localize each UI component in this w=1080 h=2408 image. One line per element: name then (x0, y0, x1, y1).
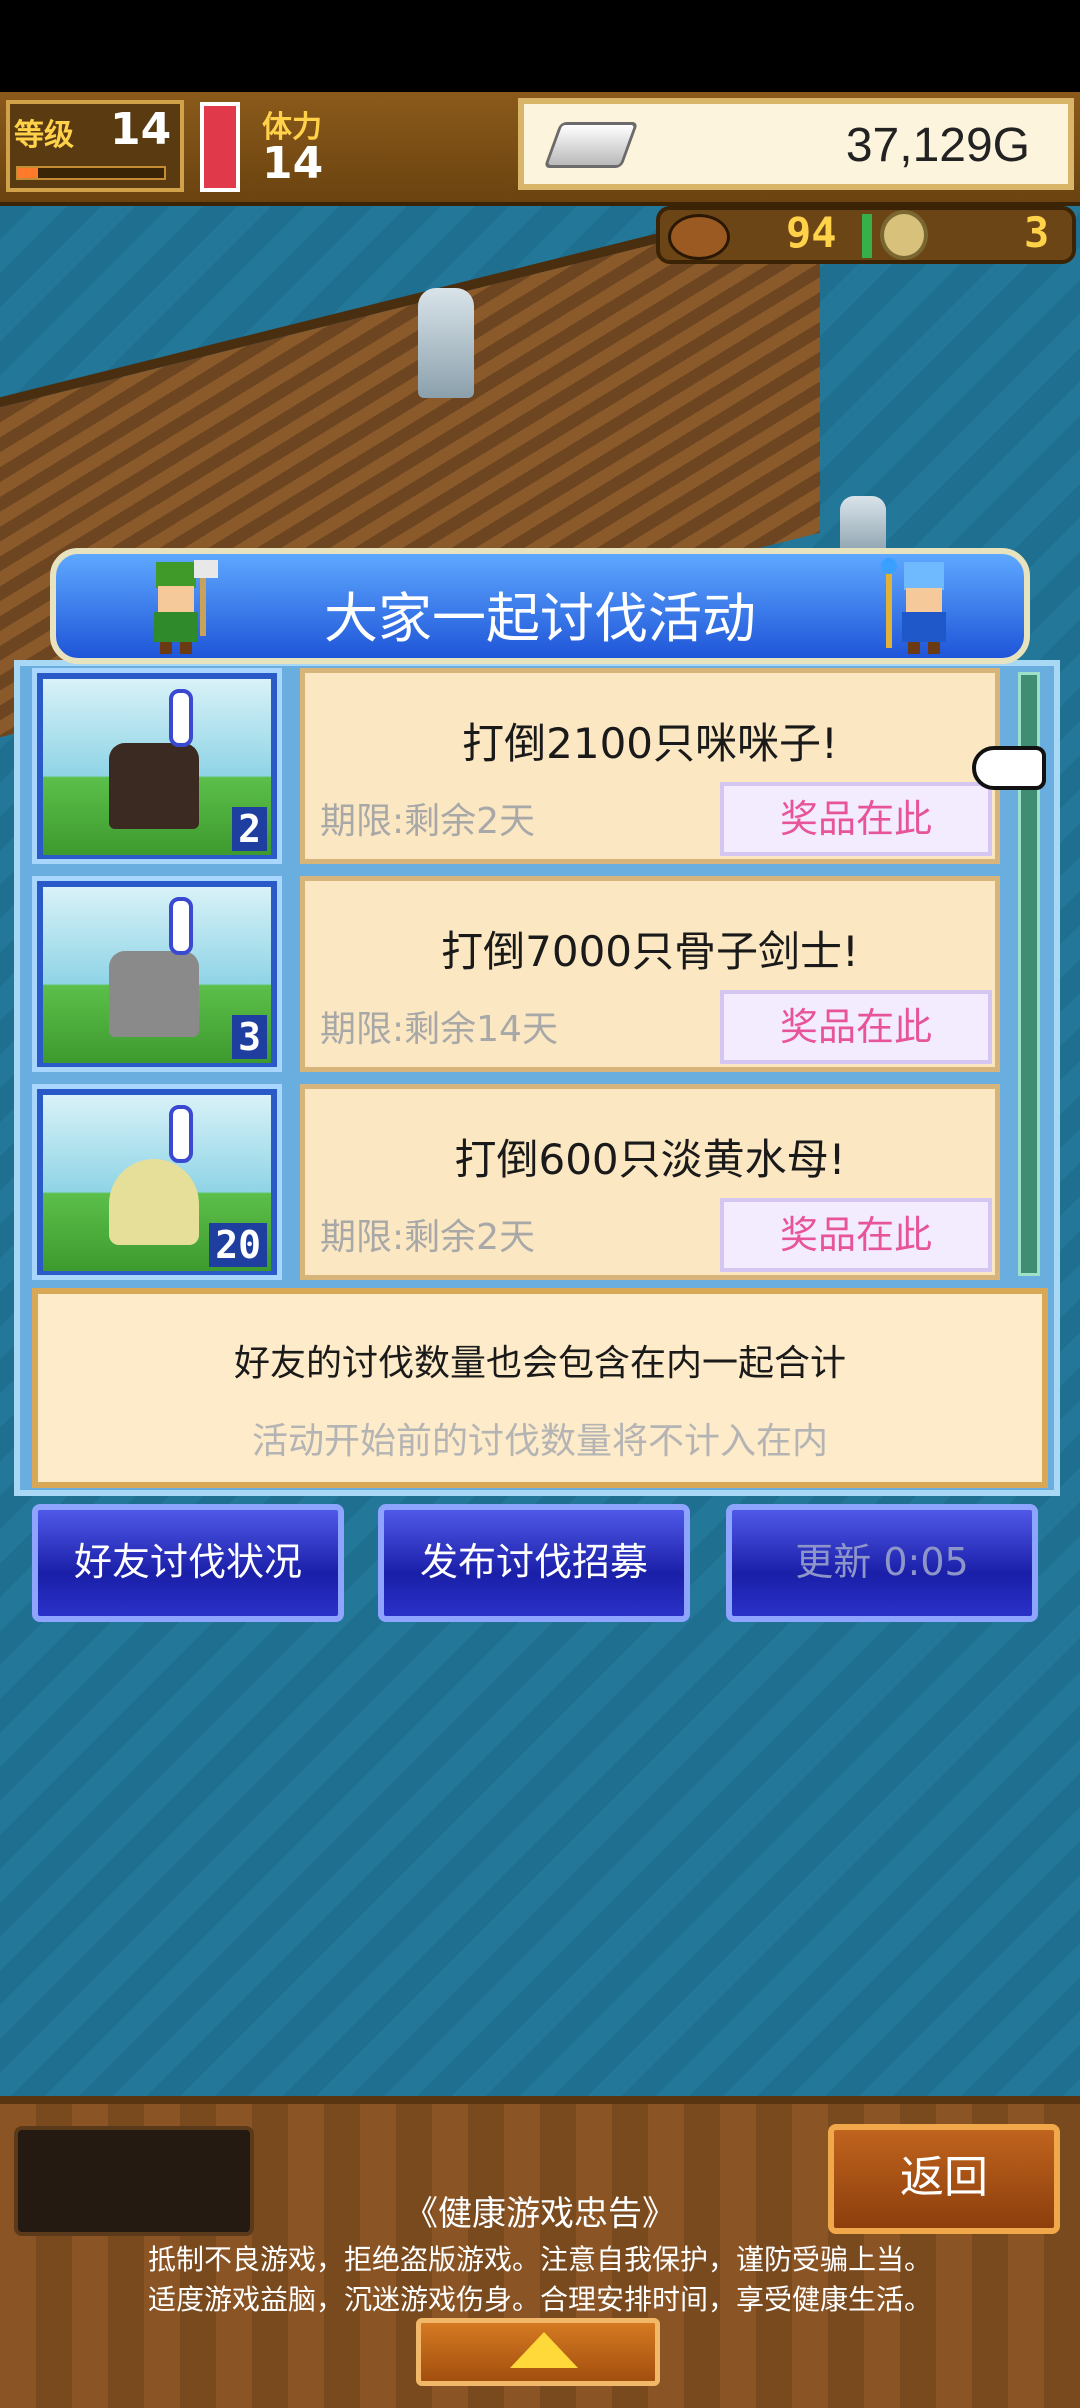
food-value: 94 (786, 208, 837, 257)
quest-monster-thumbnail: 20 (32, 1084, 282, 1280)
view-prize-button[interactable]: 奖品在此 (720, 782, 992, 856)
friend-status-button[interactable]: 好友讨伐状况 (32, 1504, 344, 1622)
refresh-button[interactable]: 更新 0:05 (726, 1504, 1038, 1622)
lamp-post (840, 496, 886, 556)
status-bar (0, 0, 1080, 92)
monster-count-badge: 2 (232, 807, 267, 851)
view-prize-button[interactable]: 奖品在此 (720, 990, 992, 1064)
monster-icon (109, 1159, 199, 1245)
monster-icon (109, 951, 199, 1037)
monster-count-badge: 3 (232, 1015, 267, 1059)
exclamation-icon (169, 897, 193, 955)
level-label: 等级 (14, 118, 74, 153)
quest-deadline: 期限:剩余14天 (320, 1009, 558, 1050)
note-main-text: 好友的讨伐数量也会包含在内一起合计 (233, 1343, 846, 1384)
monster-count-badge: 20 (209, 1223, 267, 1267)
quest-deadline: 期限:剩余2天 (320, 801, 536, 842)
quest-row: 3 打倒7000只骨子剑士! 期限:剩余14天 奖品在此 (32, 876, 1002, 1072)
health-advisory-line: 适度游戏益脑，沉迷游戏伤身。合理安排时间，享受健康生活。 (147, 2283, 932, 2316)
quest-row: 20 打倒600只淡黄水母! 期限:剩余2天 奖品在此 (32, 1084, 1002, 1280)
exclamation-icon (169, 689, 193, 747)
lamp-post (418, 288, 474, 398)
quest-title: 打倒600只淡黄水母! (454, 1135, 846, 1184)
stamina-gauge (200, 102, 240, 192)
monster-icon (109, 743, 199, 829)
pointing-hand-icon (972, 746, 1046, 790)
gold-value: 37,129G (845, 119, 1030, 172)
medal-value: 3 (1024, 208, 1050, 257)
quest-monster-thumbnail: 2 (32, 668, 282, 864)
stamina-value: 14 (262, 138, 324, 189)
arrow-up-icon (510, 2332, 578, 2368)
post-recruit-button[interactable]: 发布讨伐招募 (378, 1504, 690, 1622)
medal-icon (880, 210, 928, 260)
quest-deadline: 期限:剩余2天 (320, 1217, 536, 1258)
health-advisory-title: 《健康游戏忠告》 (404, 2194, 676, 2234)
exp-bar-fill (18, 168, 38, 178)
quest-title: 打倒7000只骨子剑士! (441, 927, 859, 976)
mage-icon (881, 558, 946, 654)
level-value: 14 (110, 104, 172, 155)
note-sub-text: 活动开始前的讨伐数量将不计入在内 (251, 1421, 828, 1462)
view-prize-button[interactable]: 奖品在此 (720, 1198, 992, 1272)
quest-row: 2 打倒2100只咪咪子! 期限:剩余2天 奖品在此 (32, 668, 1002, 864)
food-icon (668, 214, 730, 260)
health-advisory-line: 抵制不良游戏，拒绝盗版游戏。注意自我保护，谨防受骗上当。 (147, 2243, 932, 2276)
resource-divider (862, 214, 872, 258)
quest-title: 打倒2100只咪咪子! (462, 719, 838, 768)
hero-icon (154, 560, 218, 654)
exp-bar (16, 166, 166, 180)
quest-monster-thumbnail: 3 (32, 876, 282, 1072)
exclamation-icon (169, 1105, 193, 1163)
